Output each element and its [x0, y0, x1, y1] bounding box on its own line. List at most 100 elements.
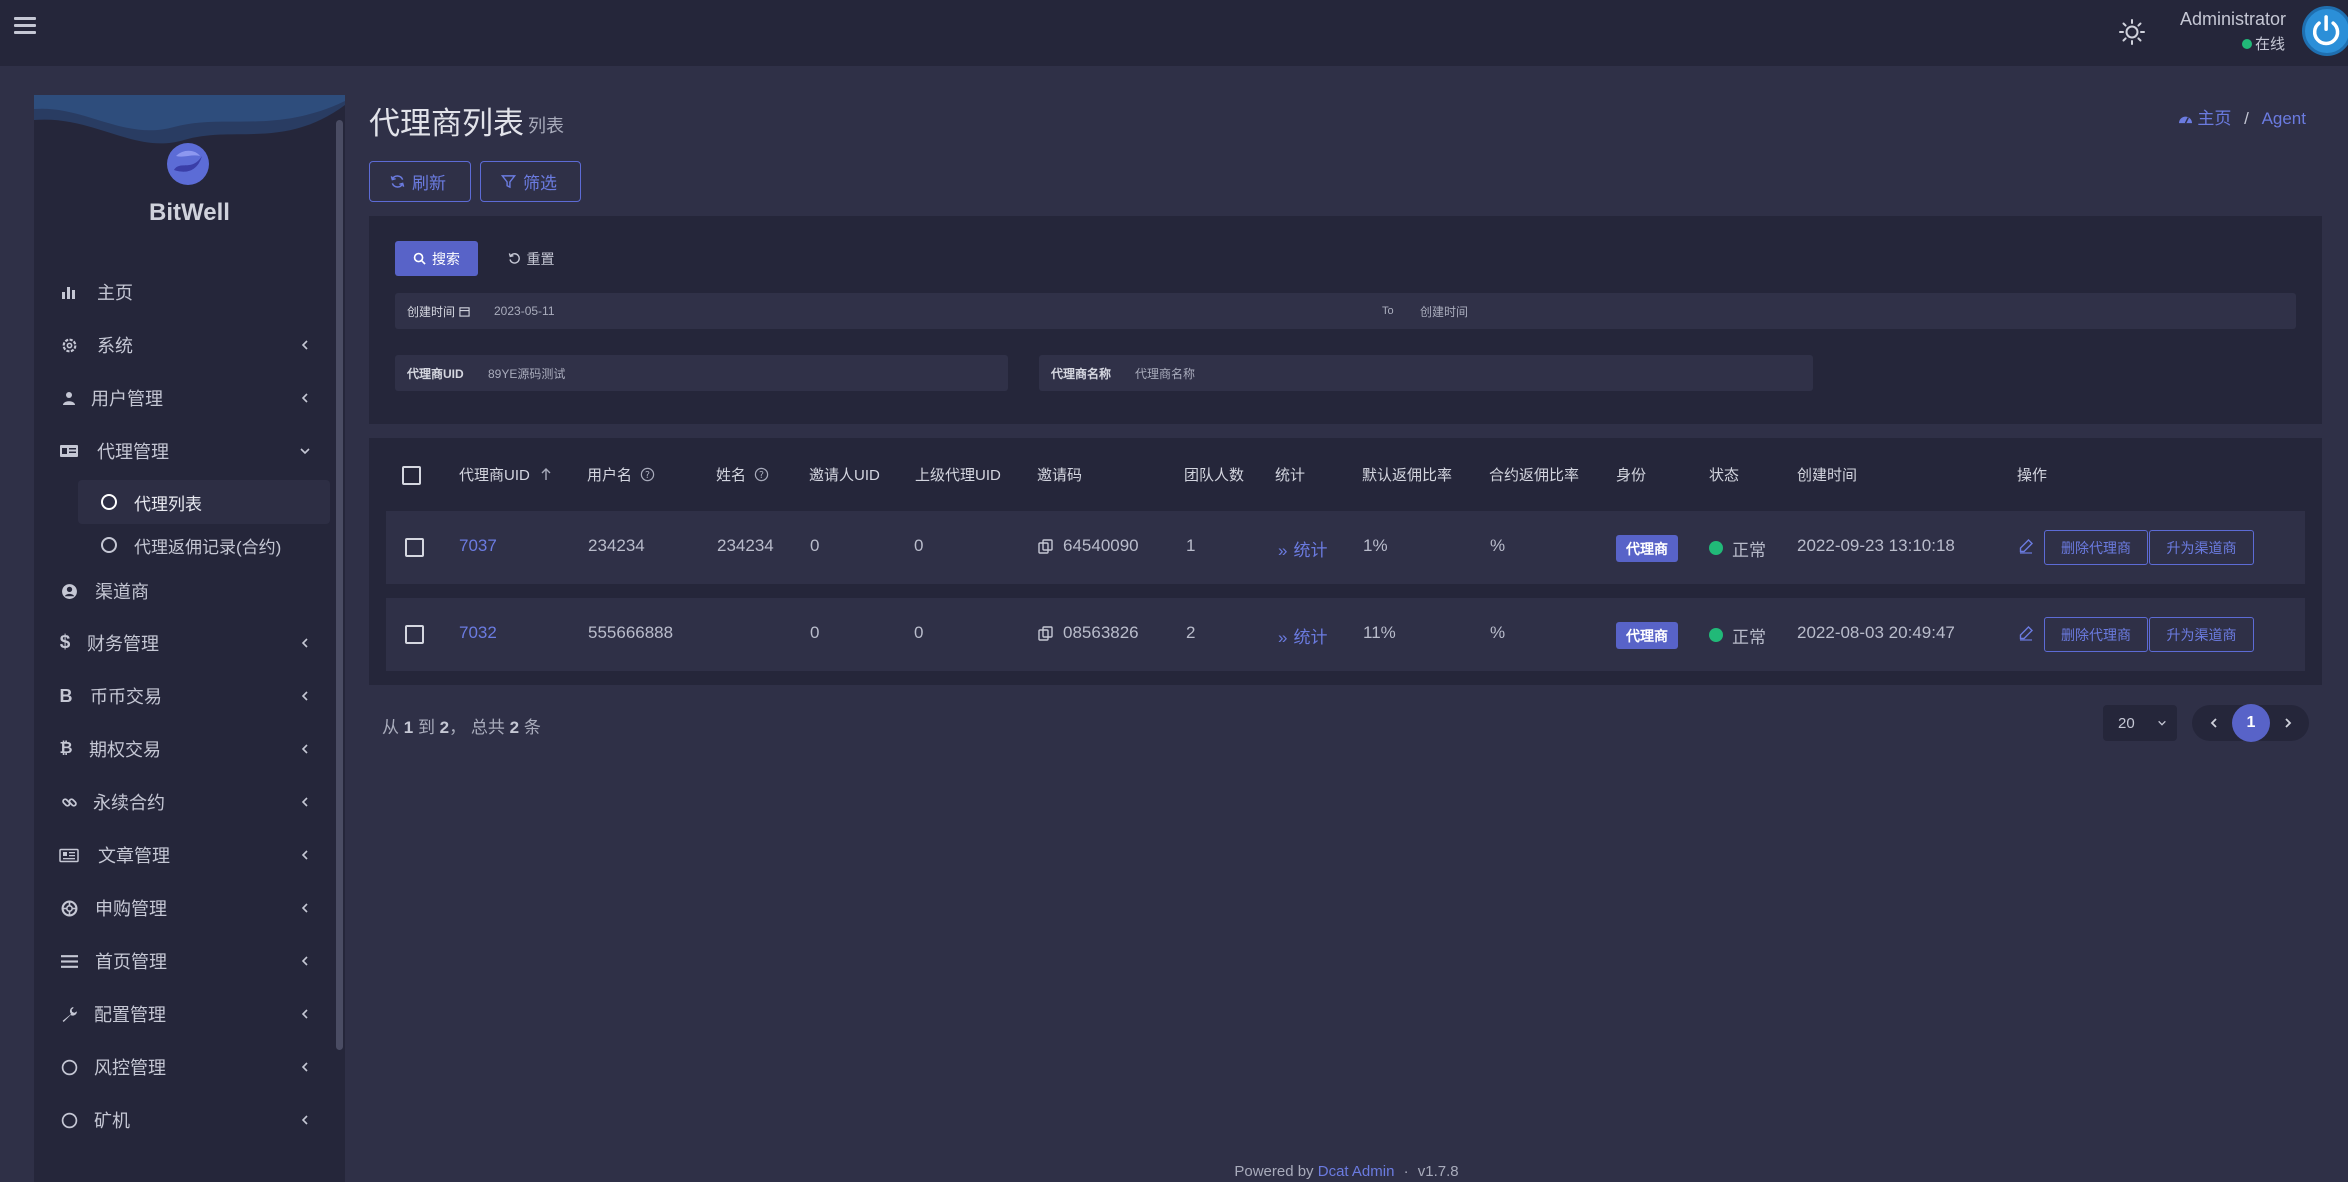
stats-link[interactable]: » 统计: [1278, 623, 1327, 648]
chevron-left-icon: [301, 903, 308, 913]
refresh-icon: [390, 175, 405, 188]
help-circle-icon[interactable]: ?: [640, 467, 655, 482]
current-page-button[interactable]: 1: [2232, 704, 2270, 742]
sidebar-item-config[interactable]: 配置管理: [34, 990, 345, 1038]
column-header-stats: 统计: [1275, 467, 1306, 484]
sidebar-item-label: 系统: [97, 336, 133, 356]
bitwell-logo-icon: [167, 143, 209, 185]
agent-uid-input[interactable]: 89YE源码测试: [488, 365, 565, 382]
pg-suffix: 条: [523, 718, 541, 737]
per-page-select[interactable]: 20: [2103, 705, 2177, 741]
pagination-summary: 从 1 到 2， 总共 2 条: [382, 713, 541, 738]
life-ring-icon: [59, 898, 79, 918]
chevron-down-icon: [300, 448, 310, 455]
stats-label: 统计: [1293, 541, 1328, 560]
upgrade-to-channel-button[interactable]: 升为渠道商: [2149, 617, 2254, 652]
sidebar-item-channels[interactable]: 渠道商: [34, 567, 345, 615]
refresh-button[interactable]: 刷新: [369, 161, 471, 202]
sidebar-item-home[interactable]: 主页: [34, 268, 345, 316]
sidebar: BitWell 主页 系统 用户管理 代理管理 代理列表 代理返佣记录(合约) …: [34, 95, 345, 1182]
power-icon: [2312, 15, 2340, 46]
avatar[interactable]: [2302, 6, 2348, 56]
stats-link[interactable]: » 统计: [1278, 536, 1327, 561]
select-all-checkbox[interactable]: [402, 466, 421, 485]
prev-page-button[interactable]: [2196, 705, 2232, 741]
breadcrumb-separator: /: [2244, 109, 2249, 128]
cell-invite-code: 64540090: [1063, 536, 1139, 555]
column-header-status: 状态: [1709, 467, 1740, 484]
agent-name-input[interactable]: 代理商名称: [1135, 365, 1195, 382]
delete-agent-button[interactable]: 删除代理商: [2044, 530, 2148, 565]
role-badge: 代理商: [1616, 622, 1678, 649]
sidebar-item-finance[interactable]: $ 财务管理: [34, 619, 345, 667]
footer-product-link[interactable]: Dcat Admin: [1318, 1163, 1395, 1180]
list-icon: [59, 951, 79, 971]
sidebar-item-risk[interactable]: 风控管理: [34, 1043, 345, 1091]
column-header-actions: 操作: [2017, 467, 2048, 484]
created-from-input[interactable]: 2023-05-11: [494, 304, 555, 318]
user-name[interactable]: Administrator: [2180, 9, 2286, 30]
created-to-input[interactable]: 创建时间: [1420, 303, 1468, 320]
sidebar-item-options[interactable]: ₿ 期权交易: [34, 725, 345, 773]
bitcoin-b-icon: B: [59, 685, 73, 706]
cell-team-count: 2: [1186, 623, 1196, 642]
agent-name-field: 代理商名称 代理商名称: [1039, 355, 1813, 391]
agent-uid-link[interactable]: 7032: [459, 623, 497, 643]
gear-icon: [59, 335, 79, 355]
online-dot-icon: [2242, 39, 2252, 49]
sidebar-item-articles[interactable]: 文章管理: [34, 831, 345, 879]
cell-team-count: 1: [1186, 536, 1196, 555]
cell-status: 正常: [1732, 541, 1766, 560]
copy-icon[interactable]: [1038, 539, 1054, 555]
delete-agent-button[interactable]: 删除代理商: [2044, 617, 2148, 652]
sidebar-subitem-rebate-records[interactable]: 代理返佣记录(合约): [78, 523, 330, 567]
search-button[interactable]: 搜索: [395, 241, 478, 276]
per-page-value: 20: [2118, 714, 2135, 732]
cell-inviter-uid: 0: [810, 623, 820, 642]
edit-icon[interactable]: [2018, 538, 2034, 554]
reset-button[interactable]: 重置: [492, 241, 570, 276]
edit-icon[interactable]: [2018, 625, 2034, 641]
sidebar-scrollbar[interactable]: [336, 120, 343, 1050]
sidebar-item-system[interactable]: 系统: [34, 321, 345, 369]
pg-total-label: ， 总共: [449, 718, 505, 737]
theme-toggle-sun-icon[interactable]: [2118, 18, 2146, 46]
sidebar-subitem-agent-list[interactable]: 代理列表: [78, 480, 330, 524]
help-circle-icon[interactable]: ?: [754, 467, 769, 482]
sidebar-subitem-label: 代理返佣记录(合约): [134, 537, 282, 557]
copy-icon[interactable]: [1038, 626, 1054, 642]
filter-icon: [501, 175, 516, 189]
sidebar-item-mining[interactable]: 矿机: [34, 1096, 345, 1144]
row-checkbox[interactable]: [405, 538, 424, 557]
bar-chart-icon: [59, 282, 79, 302]
upgrade-to-channel-button[interactable]: 升为渠道商: [2149, 530, 2254, 565]
sidebar-item-agents[interactable]: 代理管理: [34, 427, 345, 475]
created-time-label: 创建时间: [407, 304, 456, 319]
cell-contract-rate: %: [1490, 623, 1506, 642]
cell-default-rate: 1%: [1363, 536, 1388, 555]
column-header-default-rate: 默认返佣比率: [1362, 467, 1453, 484]
sidebar-item-perpetual[interactable]: 永续合约: [34, 778, 345, 826]
breadcrumb-current[interactable]: Agent: [2262, 109, 2306, 128]
next-page-button[interactable]: [2270, 705, 2306, 741]
column-header-uid[interactable]: 代理商UID: [459, 464, 552, 485]
dollar-icon: $: [59, 632, 71, 653]
breadcrumb-home[interactable]: 主页: [2178, 109, 2236, 128]
sort-up-icon[interactable]: [540, 467, 552, 481]
undo-icon: [508, 253, 520, 264]
link-icon: [59, 792, 79, 812]
sidebar-item-label: 永续合约: [93, 793, 165, 813]
chevron-left-icon: [2210, 718, 2217, 728]
sidebar-item-homepage[interactable]: 首页管理: [34, 937, 345, 985]
row-checkbox[interactable]: [405, 625, 424, 644]
agent-uid-link[interactable]: 7037: [459, 536, 497, 556]
sidebar-item-spot[interactable]: B 币币交易: [34, 672, 345, 720]
column-label: 代理商UID: [459, 467, 530, 484]
sidebar-item-subscription[interactable]: 申购管理: [34, 884, 345, 932]
sidebar-item-users[interactable]: 用户管理: [34, 374, 345, 422]
svg-text:?: ?: [759, 470, 764, 481]
newspaper-icon: [59, 845, 79, 865]
filter-button[interactable]: 筛选: [480, 161, 581, 202]
menu-toggle-icon[interactable]: [14, 17, 36, 35]
column-header-parent-uid: 上级代理UID: [915, 467, 1001, 484]
